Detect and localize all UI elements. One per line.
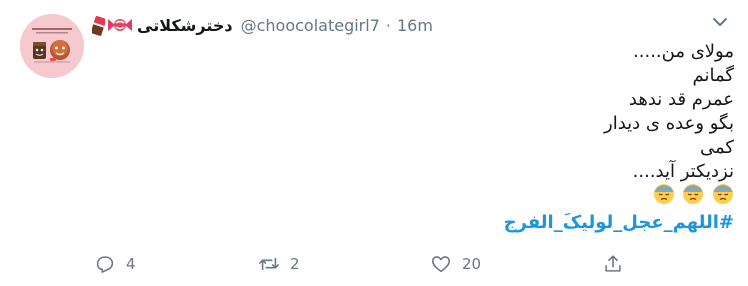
retweet-button[interactable]: 2 <box>258 252 300 276</box>
chocolate-bar-icon <box>90 15 107 36</box>
reply-button[interactable]: 4 <box>94 252 136 276</box>
tweet-line: گمانم <box>692 65 734 86</box>
tweet-card[interactable]: دخترشکلاتی @choocolategirl7 · 16m مولای … <box>0 0 748 286</box>
header-separator: · <box>385 15 391 35</box>
tweet-line: کمی <box>700 137 734 158</box>
retweet-icon <box>259 257 279 271</box>
author-display-name[interactable]: دخترشکلاتی <box>137 16 233 35</box>
like-icon <box>431 256 451 273</box>
tweet-header: دخترشکلاتی @choocolategirl7 · 16m <box>90 14 433 36</box>
like-button[interactable]: 20 <box>430 252 481 276</box>
hashtag-link[interactable]: #اللهم_عجل_لولیکَ_الفرج <box>174 210 734 236</box>
downcast-face-with-sweat-icon <box>682 183 704 205</box>
avatar-image <box>20 14 84 78</box>
tweet-line: عمرم قد ندهد <box>628 89 734 110</box>
tweet-line: بگو وعده ی دیدار <box>604 113 734 134</box>
like-count: 20 <box>462 255 482 273</box>
avatar[interactable] <box>20 14 84 78</box>
downcast-face-with-sweat-icon <box>653 183 675 205</box>
downcast-face-with-sweat-icon <box>712 183 734 205</box>
author-handle[interactable]: @choocolategirl7 <box>241 16 380 35</box>
share-icon <box>605 255 621 272</box>
share-button[interactable] <box>602 252 624 276</box>
tweet-actions: 4 2 20 <box>92 252 732 276</box>
tweet-text: مولای من..... گمانم عمرم قد ندهد بگو وعد… <box>174 40 734 236</box>
reply-count: 4 <box>126 255 136 273</box>
tweet-timestamp[interactable]: 16m <box>397 16 433 35</box>
candy-icon <box>107 16 133 34</box>
retweet-count: 2 <box>290 255 300 273</box>
chevron-down-icon[interactable] <box>710 14 730 28</box>
emoji-row <box>174 182 734 208</box>
tweet-line: مولای من..... <box>633 41 734 62</box>
tweet-line: نزدیکتر آید.... <box>632 161 734 182</box>
reply-icon <box>96 256 114 273</box>
